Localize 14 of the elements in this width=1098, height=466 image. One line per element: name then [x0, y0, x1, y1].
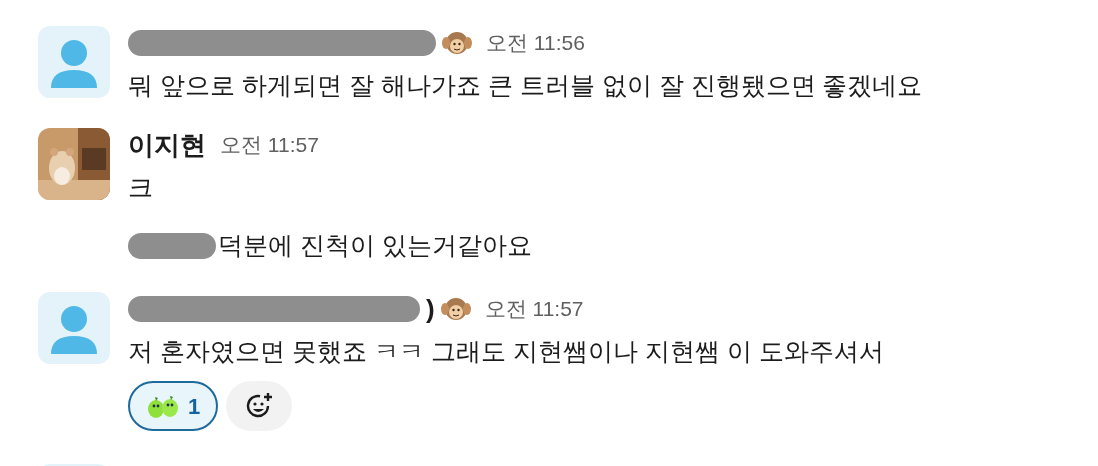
add-reaction-button[interactable]	[226, 381, 293, 431]
message-text: 저 혼자였으면 못했죠 ㅋㅋ 그래도 지현쌤이나 지현쌤 이 도와주셔서	[128, 336, 884, 368]
message-text: 덕분에 진척이 있는거같아요	[218, 230, 532, 262]
timestamp[interactable]: 오전 11:56	[486, 27, 585, 59]
message-text: 뭐 앞으로 하게되면 잘 해나가죠 큰 트러블 없이 잘 진행됐으면 좋겠네요	[128, 70, 923, 102]
frog-emoji-icon	[146, 393, 180, 419]
timestamp[interactable]: 오전 11:57	[484, 293, 584, 325]
author-name[interactable]: 이지현	[128, 125, 206, 165]
author-name[interactable]: )	[426, 289, 435, 329]
message-text: 크	[128, 172, 153, 204]
timestamp[interactable]: 오전 11:57	[220, 129, 319, 161]
avatar	[38, 292, 110, 364]
reaction-pill[interactable]: 1	[128, 381, 219, 431]
avatar	[38, 26, 110, 98]
